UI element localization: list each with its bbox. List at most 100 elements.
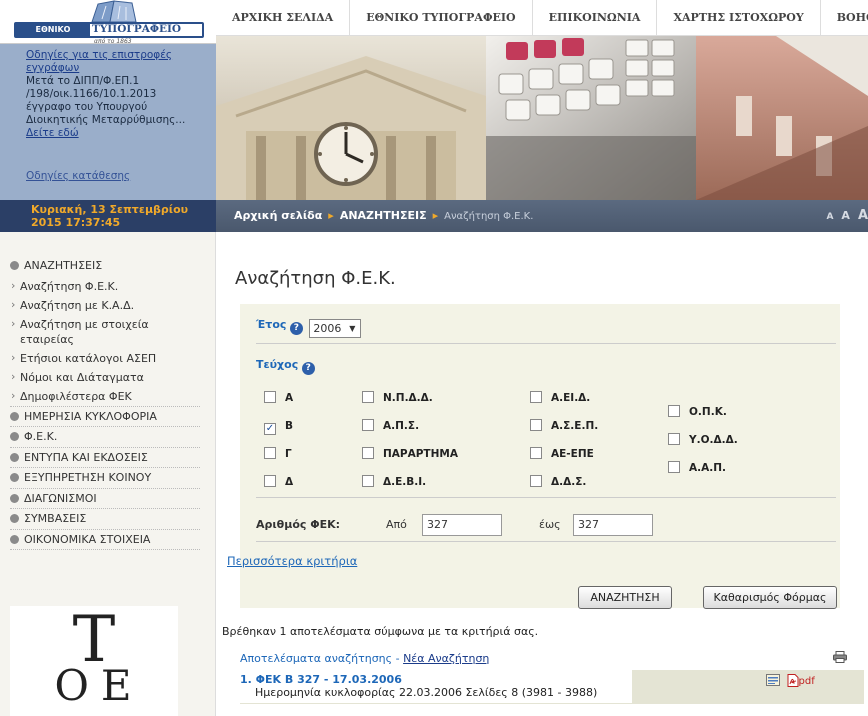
breadcrumb-section[interactable]: ΑΝΑΖΗΤΗΣΕΙΣ [340,209,427,222]
logo-band: ΕΘΝΙΚΟ ΤΥΠΟΓΡΑΦΕΙΟ [14,22,204,38]
menu-section-label: ΑΝΑΖΗΤΗΣΕΙΣ [24,259,103,272]
issue-checkbox-g[interactable]: Γ [264,447,292,461]
issue-checkbox-opk[interactable]: Ο.Π.Κ. [668,405,727,419]
checkbox-label: Υ.Ο.Δ.Δ. [689,434,738,446]
results-label: Αποτελέσματα αναζήτησης - [240,652,404,665]
menu-section-label: ΣΥΜΒΑΣΕΙΣ [24,512,87,525]
issue-checkbox-dds[interactable]: Δ.Δ.Σ. [530,475,586,489]
divider [256,497,836,498]
help-icon[interactable]: ? [289,322,303,335]
fek-to-input[interactable]: 327 [573,514,653,536]
fek-from-input[interactable]: 327 [422,514,502,536]
menu-daily-circulation[interactable]: ΗΜΕΡΗΣΙΑ ΚΥΚΛΟΦΟΡΙΑ [10,407,200,427]
issue-checkbox-aap[interactable]: Α.Α.Π. [668,461,726,475]
issue-checkbox-npdd[interactable]: Ν.Π.Δ.Δ. [362,391,433,405]
menu-financial-data[interactable]: ΟΙΚΟΝΟΜΙΚΑ ΣΤΟΙΧΕΙΑ [10,530,200,550]
checkbox-label: Δ [285,476,294,488]
result-title-link[interactable]: 1. ΦΕΚ B 327 - 17.03.2006 [240,673,632,686]
pdf-icon[interactable] [787,674,799,687]
nav-help[interactable]: ΒΟΗΘΕΙΑ [821,0,868,36]
checkbox-label: Δ.Ε.Β.Ι. [383,476,427,488]
issue-checkbox-debi[interactable]: Δ.Ε.Β.Ι. [362,475,426,489]
toe-logo: Τ ΟΕ [10,606,178,716]
news-link[interactable]: Οδηγίες για τις επιστροφές εγγράφων [26,49,172,74]
menu-tenders[interactable]: ΔΙΑΓΩΝΙΣΜΟΙ [10,489,200,509]
font-size-small-button[interactable]: A [826,212,833,222]
issue-checkbox-aps[interactable]: Α.Π.Σ. [362,419,419,433]
checkbox-label: ΠΑΡΑΡΤΗΜΑ [383,448,458,460]
fek-to-label: έως [539,518,561,531]
nav-sitemap[interactable]: ΧΑΡΤΗΣ ΙΣΤΟΧΩΡΟΥ [657,0,821,36]
breadcrumb-arrow-icon: ▸ [432,209,439,222]
logo-text-left: ΕΘΝΙΚΟ [16,24,90,36]
sidebar: ΑΝΑΖΗΤΗΣΕΙΣ Αναζήτηση Φ.Ε.Κ. Αναζήτηση μ… [0,232,216,716]
current-date: Κυριακή, 13 Σεπτεμβρίου 2015 17:37:45 [0,200,216,232]
more-criteria-link[interactable]: Περισσότερα κριτήρια [227,554,357,568]
issue-checkbox-ae-epe[interactable]: ΑΕ-ΕΠΕ [530,447,594,461]
menu-forms-publications[interactable]: ΕΝΤΥΠΑ ΚΑΙ ΕΚΔΟΣΕΙΣ [10,448,200,468]
news-next-link[interactable]: Οδηγίες κατάθεσης [26,170,190,183]
printer-icon[interactable] [833,651,847,663]
checkbox-icon [530,475,542,487]
checkbox-label: Α.Σ.Ε.Π. [551,420,599,432]
font-size-medium-button[interactable]: A [841,209,850,222]
issue-checkbox-aeid[interactable]: Α.ΕΙ.Δ. [530,391,590,405]
search-button[interactable]: ΑΝΑΖΗΤΗΣΗ [578,586,672,609]
year-select[interactable]: 2006 ▼ [309,319,362,338]
news-more-link[interactable]: Δείτε εδώ [26,127,79,139]
hero-collage-image [216,36,868,200]
news-panel: Οδηγίες για τις επιστροφές εγγράφων Μετά… [0,44,216,200]
checkbox-label: Δ.Δ.Σ. [551,476,587,488]
menu-sub-asep-catalogs[interactable]: Ετήσιοι κατάλογοι ΑΣΕΠ [10,349,200,368]
menu-section-label: ΗΜΕΡΗΣΙΑ ΚΥΚΛΟΦΟΡΙΑ [24,409,157,423]
breadcrumb: Αρχική σελίδα ▸ ΑΝΑΖΗΤΗΣΕΙΣ ▸ Αναζήτηση Φ.Ε.… [216,200,868,232]
year-value: 2006 [313,322,342,335]
checkbox-label: Α [285,392,294,404]
issue-checkbox-a[interactable]: Α [264,391,293,405]
results-header: Αποτελέσματα αναζήτησης - Νέα Αναζήτηση [240,652,489,665]
menu-public-service[interactable]: ΕΞΥΠΗΡΕΤΗΣΗ ΚΟΙΝΟΥ [10,468,200,489]
nav-home[interactable]: ΑΡΧΙΚΗ ΣΕΛΙΔΑ [216,0,351,36]
nav-national-printing[interactable]: ΕΘΝΙΚΟ ΤΥΠΟΓΡΑΦΕΙΟ [350,0,533,36]
bullet-icon [10,432,19,441]
breadcrumb-home[interactable]: Αρχική σελίδα [234,209,322,222]
issue-checkbox-appendix[interactable]: ΠΑΡΑΡΤΗΜΑ [362,447,458,461]
menu-sub-kad-search[interactable]: Αναζήτηση με Κ.Α.Δ. [10,296,200,315]
clear-form-button[interactable]: Καθαρισμός Φόρμας [703,586,837,609]
checkbox-icon [530,391,542,403]
help-icon[interactable]: ? [301,362,315,375]
menu-searches[interactable]: ΑΝΑΖΗΤΗΣΕΙΣ [10,256,200,277]
pdf-label[interactable]: pdf [799,676,815,687]
fek-number-row: Αριθμός ΦΕΚ: Από 327 έως 327 [256,514,836,542]
checkbox-label: Α.ΕΙ.Δ. [551,392,591,404]
main-content: Αναζήτηση Φ.Ε.Κ. Έτος ? 2006 ▼ Τεύχος ? Α… [216,232,868,716]
font-size-controls: AAA [818,200,868,232]
new-search-link[interactable]: Νέα Αναζήτηση [403,652,489,665]
toe-logo-oe: ΟΕ [54,661,144,710]
menu-contracts[interactable]: ΣΥΜΒΑΣΕΙΣ [10,509,200,530]
issue-checkbox-yodd[interactable]: Υ.Ο.Δ.Δ. [668,433,738,447]
menu-sub-company-search[interactable]: Αναζήτηση με στοιχεία εταιρείας [10,315,200,349]
font-size-large-button[interactable]: A [858,208,868,223]
issue-checkbox-asep[interactable]: Α.Σ.Ε.Π. [530,419,598,433]
site-logo[interactable]: ΕΘΝΙΚΟ ΤΥΠΟΓΡΑΦΕΙΟ από το 1863 [0,0,216,45]
checkbox-icon [362,475,374,487]
menu-sub-popular[interactable]: Δημοφιλέστερα ΦΕΚ [10,387,200,407]
checkbox-label: Β [285,420,294,432]
checkbox-label: Α.Α.Π. [689,462,727,474]
checkbox-icon [668,405,680,417]
document-details-icon[interactable] [766,674,780,686]
menu-sub-fek-search[interactable]: Αναζήτηση Φ.Ε.Κ. [10,277,200,296]
menu-fek[interactable]: Φ.Ε.Κ. [10,427,200,448]
menu-section-label: ΟΙΚΟΝΟΜΙΚΑ ΣΤΟΙΧΕΙΑ [24,532,151,546]
hero-banner [216,36,868,200]
year-label: Έτος [256,318,287,331]
issue-checkbox-d[interactable]: Δ [264,475,293,489]
checkbox-icon [362,447,374,459]
bullet-icon [10,514,19,523]
result-actions: pdf [766,674,815,688]
checkbox-icon [362,391,374,403]
menu-sub-laws[interactable]: Νόμοι και Διάταγματα [10,368,200,387]
issue-checkbox-b[interactable]: ✓ Β [264,419,293,435]
nav-contact[interactable]: ΕΠΙΚΟΙΝΩΝΙΑ [533,0,658,36]
